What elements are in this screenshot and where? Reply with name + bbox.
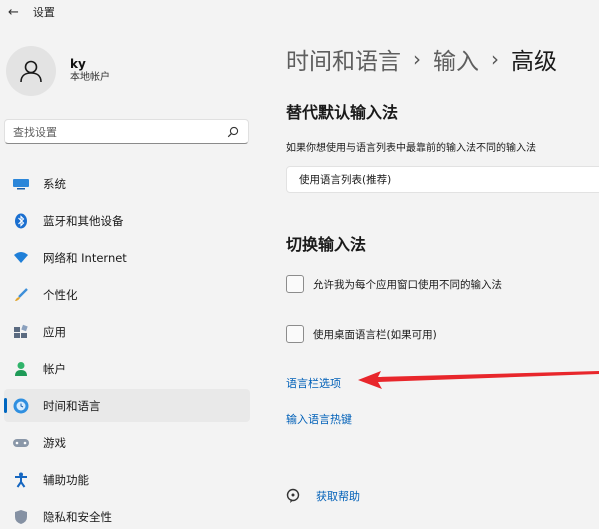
sidebar-item-label: 应用 [43, 324, 66, 339]
sidebar-item-label: 时间和语言 [43, 398, 101, 413]
monitor-icon [12, 175, 30, 193]
wifi-icon [12, 249, 30, 267]
sidebar-item-time-language[interactable]: 时间和语言 [4, 389, 250, 422]
person-icon [12, 360, 30, 378]
title-bar: ← 设置 [0, 0, 599, 24]
window-title: 设置 [32, 6, 55, 19]
search-icon[interactable] [226, 125, 240, 139]
sidebar: ky 本地帐户 查找设置 系统 蓝牙和其他设备 网络和 Internet 个性化… [0, 24, 262, 529]
desktop-language-bar-label: 使用桌面语言栏(如果可用) [313, 328, 437, 341]
sidebar-item-gaming[interactable]: 游戏 [4, 426, 250, 459]
sidebar-item-accessibility[interactable]: 辅助功能 [4, 463, 250, 496]
per-app-input-option[interactable]: 允许我为每个应用窗口使用不同的输入法 [286, 275, 502, 293]
sidebar-item-accounts[interactable]: 帐户 [4, 352, 250, 385]
section-title-switch-input: 切换输入法 [286, 235, 367, 254]
breadcrumb-input[interactable]: 输入 [433, 42, 479, 76]
sidebar-item-bluetooth[interactable]: 蓝牙和其他设备 [4, 204, 250, 237]
get-help-label: 获取帮助 [316, 490, 360, 503]
per-app-input-checkbox[interactable] [286, 275, 304, 293]
sidebar-item-label: 帐户 [43, 361, 66, 376]
avatar [6, 46, 56, 96]
shield-icon [12, 508, 30, 526]
sidebar-item-apps[interactable]: 应用 [4, 315, 250, 348]
get-help-link[interactable]: 获取帮助 [286, 488, 360, 504]
input-hotkeys-link[interactable]: 输入语言热键 [286, 411, 352, 427]
search-input[interactable]: 查找设置 [4, 119, 249, 144]
search-placeholder: 查找设置 [13, 125, 57, 139]
breadcrumb: 时间和语言 › 输入 › 高级 [286, 42, 557, 76]
username: ky [70, 57, 86, 71]
brush-icon [12, 286, 30, 304]
apps-icon [12, 323, 30, 341]
gamepad-icon [12, 434, 30, 452]
breadcrumb-advanced: 高级 [511, 49, 557, 75]
account-type: 本地帐户 [70, 72, 110, 83]
default-input-dropdown[interactable]: 使用语言列表(推荐) [286, 166, 599, 193]
desktop-language-bar-checkbox[interactable] [286, 325, 304, 343]
sidebar-item-label: 游戏 [43, 435, 66, 450]
breadcrumb-time-language[interactable]: 时间和语言 [286, 42, 401, 76]
sidebar-item-label: 网络和 Internet [43, 250, 127, 265]
section-title-default-input: 替代默认输入法 [286, 103, 399, 122]
bluetooth-icon [12, 212, 30, 230]
accessibility-icon [12, 471, 30, 489]
sidebar-item-label: 系统 [43, 176, 66, 191]
desktop-language-bar-option[interactable]: 使用桌面语言栏(如果可用) [286, 325, 437, 343]
sidebar-item-privacy[interactable]: 隐私和安全性 [4, 500, 250, 529]
annotation-arrow-icon [358, 371, 599, 389]
sidebar-item-label: 个性化 [43, 287, 78, 302]
globe-clock-icon [12, 397, 30, 415]
breadcrumb-separator: › [413, 47, 421, 71]
default-input-description: 如果你想使用与语言列表中最靠前的输入法不同的输入法 [286, 143, 536, 154]
nav-list: 系统 蓝牙和其他设备 网络和 Internet 个性化 应用 帐户 时间和语言 … [4, 167, 250, 529]
sidebar-item-system[interactable]: 系统 [4, 167, 250, 200]
language-bar-options-link[interactable]: 语言栏选项 [286, 375, 341, 391]
sidebar-item-label: 隐私和安全性 [43, 509, 112, 524]
dropdown-selected-value: 使用语言列表(推荐) [299, 174, 392, 186]
main-content: 时间和语言 › 输入 › 高级 替代默认输入法 如果你想使用与语言列表中最靠前的… [262, 24, 599, 529]
back-arrow-icon[interactable]: ← [8, 5, 19, 20]
sidebar-item-label: 辅助功能 [43, 472, 89, 487]
person-avatar-icon [20, 60, 42, 83]
user-profile[interactable]: ky 本地帐户 [6, 46, 110, 96]
sidebar-item-network[interactable]: 网络和 Internet [4, 241, 250, 274]
sidebar-item-personalization[interactable]: 个性化 [4, 278, 250, 311]
help-chat-icon [286, 488, 302, 504]
sidebar-item-label: 蓝牙和其他设备 [43, 213, 124, 228]
per-app-input-label: 允许我为每个应用窗口使用不同的输入法 [313, 278, 502, 291]
breadcrumb-separator: › [491, 47, 499, 71]
